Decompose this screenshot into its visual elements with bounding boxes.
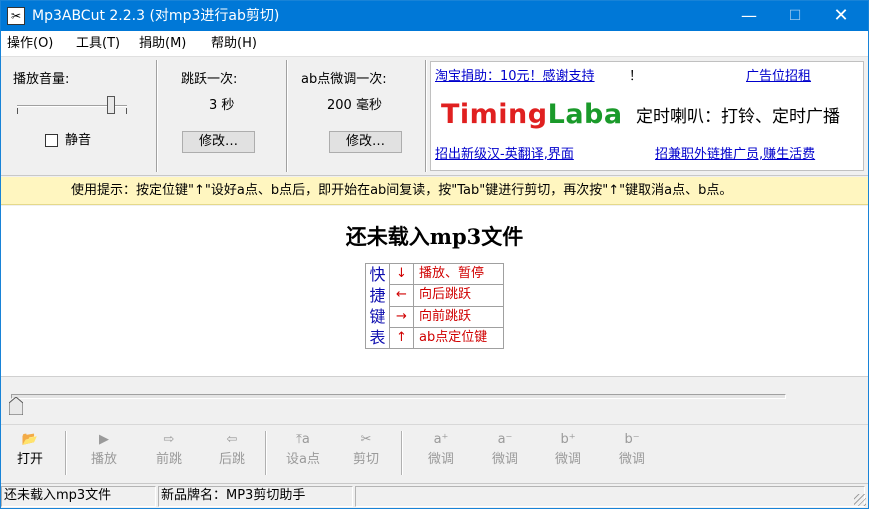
timinglaba-logo[interactable]: TimingLaba xyxy=(441,98,623,132)
shortcut-desc: ab点定位键 xyxy=(413,326,504,350)
volume-label: 播放音量: xyxy=(13,72,70,87)
menu-operate[interactable]: 操作(O) xyxy=(7,35,53,53)
status-extra xyxy=(355,486,865,507)
cut-button[interactable]: ✂ 剪切 xyxy=(340,430,392,478)
a-minus-button[interactable]: a⁻ 微调 xyxy=(479,430,531,478)
seek-area xyxy=(1,376,868,424)
forward-jump-icon: ⇨ xyxy=(163,432,175,447)
mute-checkbox[interactable] xyxy=(45,134,58,147)
recruit-promoter-link[interactable]: 招兼职外链推广员,赚生活费 xyxy=(655,146,815,164)
shortcut-desc: 播放、暂停 xyxy=(413,262,504,286)
set-a-point-label: 设a点 xyxy=(286,452,320,467)
volume-slider-thumb[interactable] xyxy=(106,96,115,114)
maximize-button[interactable]: ☐ xyxy=(772,1,818,31)
ab-adjust-label: ab点微调一次: xyxy=(301,72,387,87)
volume-tick xyxy=(17,108,18,114)
mute-label: 静音 xyxy=(65,133,92,148)
back-jump-icon: ⇦ xyxy=(226,432,238,447)
usage-tip: 使用提示：按定位键"↑"设好a点、b点后，即开始在ab间复读，按"Tab"键进行… xyxy=(71,183,733,198)
play-label: 播放 xyxy=(90,452,117,467)
menu-donate[interactable]: 捐助(M) xyxy=(139,35,186,53)
a-plus-label: 微调 xyxy=(427,452,454,467)
open-button[interactable]: 📂 打开 xyxy=(4,430,56,478)
play-icon: ▶ xyxy=(99,432,109,447)
status-file: 还未载入mp3文件 xyxy=(1,486,156,507)
tip-bar: 使用提示：按定位键"↑"设好a点、b点后，即开始在ab间复读，按"Tab"键进行… xyxy=(1,177,868,205)
no-file-title: 还未载入mp3文件 xyxy=(345,224,524,249)
donate-suffix: ！ xyxy=(629,69,643,84)
folder-open-icon: 📂 xyxy=(21,432,39,447)
settings-panel: 播放音量: 静音 跳跃一次: 3 秒 修改… ab点微调一次: 200 毫秒 修… xyxy=(1,58,868,176)
ab-adjust-value: 200 毫秒 xyxy=(327,98,382,113)
b-plus-label: 微调 xyxy=(554,452,581,467)
toolbar-separator xyxy=(265,431,267,475)
b-plus-button[interactable]: b⁺ 微调 xyxy=(542,430,594,478)
play-button[interactable]: ▶ 播放 xyxy=(78,430,130,478)
jump-label: 跳跃一次: xyxy=(181,72,238,87)
arrow-up-icon: ↑ xyxy=(389,326,414,350)
menu-tools[interactable]: 工具(T) xyxy=(76,35,120,53)
a-plus-icon: a⁺ xyxy=(433,432,449,447)
divider xyxy=(286,60,288,172)
status-bar: 还未载入mp3文件 新品牌名：MP3剪切助手 xyxy=(1,483,868,508)
arrow-right-icon: → xyxy=(389,305,414,328)
forward-jump-button[interactable]: ⇨ 前跳 xyxy=(143,430,195,478)
seek-slider-track[interactable] xyxy=(11,394,786,399)
shortcut-desc: 向前跳跃 xyxy=(413,305,504,328)
recruit-translator-link[interactable]: 招出新级汉-英翻译,界面 xyxy=(435,146,574,164)
arrow-left-icon: ← xyxy=(389,284,414,307)
set-a-point-button[interactable]: ⤒a 设a点 xyxy=(277,430,329,478)
b-minus-label: 微调 xyxy=(618,452,645,467)
ab-adjust-modify-button[interactable]: 修改… xyxy=(329,131,402,153)
shortcut-table: 快 捷 键 表 ↓ 播放、暂停 ← 向后跳跃 → 向前跳跃 ↑ ab点定位键 xyxy=(365,262,504,350)
window-title: Mp3ABCut 2.2.3 (对mp3进行ab剪切) xyxy=(32,8,280,24)
b-plus-icon: b⁺ xyxy=(560,432,576,447)
divider xyxy=(425,60,427,172)
shortcut-table-side-label: 快 捷 键 表 xyxy=(365,263,390,349)
volume-tick xyxy=(126,108,127,114)
a-minus-label: 微调 xyxy=(491,452,518,467)
arrow-down-icon: ↓ xyxy=(389,262,414,286)
minimize-button[interactable]: — xyxy=(726,1,772,31)
ad-panel: 淘宝捐助：10元！感谢支持 ！ 广告位招租 TimingLaba 定时喇叭：打铃… xyxy=(430,61,864,171)
toolbar-separator xyxy=(65,431,67,475)
b-minus-button[interactable]: b⁻ 微调 xyxy=(606,430,658,478)
toolbar: 📂 打开 ▶ 播放 ⇨ 前跳 ⇦ 后跳 ⤒a 设a点 ✂ 剪切 a⁺ 微调 a⁻… xyxy=(1,424,868,482)
back-jump-label: 后跳 xyxy=(218,452,245,467)
back-jump-button[interactable]: ⇦ 后跳 xyxy=(206,430,258,478)
a-minus-icon: a⁻ xyxy=(497,432,513,447)
menu-bar: 操作(O) 工具(T) 捐助(M) 帮助(H) xyxy=(1,31,868,57)
seek-slider-thumb[interactable] xyxy=(9,397,23,415)
forward-jump-label: 前跳 xyxy=(155,452,182,467)
table-row: 快 捷 键 表 ↓ 播放、暂停 xyxy=(365,262,504,349)
app-window: ✂ Mp3ABCut 2.2.3 (对mp3进行ab剪切) — ☐ ✕ 操作(O… xyxy=(0,0,869,509)
jump-value: 3 秒 xyxy=(209,98,235,113)
resize-grip[interactable] xyxy=(854,494,866,506)
main-area: 还未载入mp3文件 快 捷 键 表 ↓ 播放、暂停 ← 向后跳跃 → 向前跳跃 xyxy=(1,206,868,376)
divider xyxy=(156,60,158,172)
shortcut-desc: 向后跳跃 xyxy=(413,284,504,307)
open-label: 打开 xyxy=(16,452,43,467)
jump-modify-button[interactable]: 修改… xyxy=(182,131,255,153)
toolbar-separator xyxy=(401,431,403,475)
scissors-icon: ✂ xyxy=(7,7,25,25)
close-button[interactable]: ✕ xyxy=(818,1,864,31)
menu-help[interactable]: 帮助(H) xyxy=(211,35,257,53)
title-bar[interactable]: ✂ Mp3ABCut 2.2.3 (对mp3进行ab剪切) — ☐ ✕ xyxy=(1,1,868,31)
b-minus-icon: b⁻ xyxy=(624,432,640,447)
cut-label: 剪切 xyxy=(352,452,379,467)
set-a-point-icon: ⤒a xyxy=(296,432,310,447)
a-plus-button[interactable]: a⁺ 微调 xyxy=(415,430,467,478)
status-brand: 新品牌名：MP3剪切助手 xyxy=(158,486,353,507)
scissors-icon: ✂ xyxy=(360,432,372,447)
ad-slot-link[interactable]: 广告位招租 xyxy=(746,68,811,86)
donate-link[interactable]: 淘宝捐助：10元！感谢支持 xyxy=(435,68,595,86)
ad-slogan[interactable]: 定时喇叭：打铃、定时广播 xyxy=(636,106,840,128)
